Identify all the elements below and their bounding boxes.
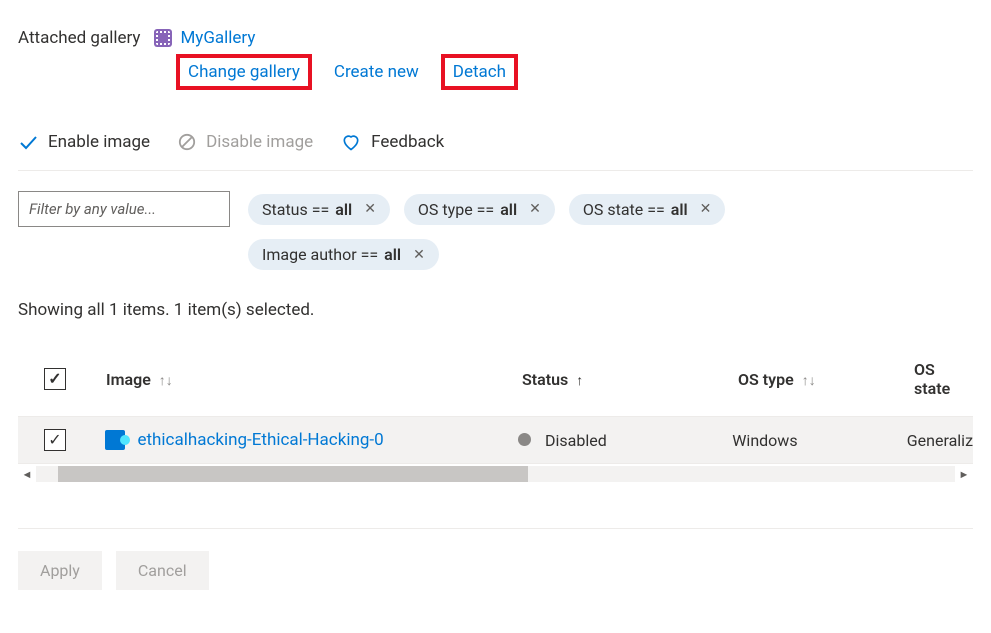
header-status-label: Status <box>522 370 568 389</box>
row-checkbox-cell <box>18 429 105 451</box>
sort-ostype-icon: ↑↓ <box>802 373 816 389</box>
feedback-button[interactable]: Feedback <box>341 132 444 152</box>
attached-gallery-row: Attached gallery MyGallery <box>18 28 973 48</box>
header-ostype-label: OS type <box>738 370 794 389</box>
table-row[interactable]: ethicalhacking-Ethical-Hacking-0 Disable… <box>18 417 973 464</box>
header-osstate[interactable]: OS state <box>914 360 973 398</box>
pill-ostype-remove[interactable]: ✕ <box>529 201 541 217</box>
detach-link[interactable]: Detach <box>453 62 506 82</box>
pill-status-value: all <box>335 200 352 219</box>
scroll-thumb[interactable] <box>58 466 528 482</box>
disable-image-button: Disable image <box>178 132 313 152</box>
header-status[interactable]: Status ↑ <box>522 370 738 389</box>
scroll-track[interactable] <box>36 466 955 482</box>
pill-osstate[interactable]: OS state == all ✕ <box>569 194 726 225</box>
header-checkbox-cell <box>18 368 106 390</box>
row-status-cell: Disabled <box>518 431 732 450</box>
cancel-button[interactable]: Cancel <box>116 551 209 590</box>
create-new-link[interactable]: Create new <box>334 62 419 82</box>
row-checkbox[interactable] <box>44 429 66 451</box>
status-dot-icon <box>518 433 531 446</box>
row-ostype-text: Windows <box>732 431 797 450</box>
pill-osstate-value: all <box>671 200 688 219</box>
pill-ostype[interactable]: OS type == all ✕ <box>404 194 555 225</box>
table-header: Image ↑↓ Status ↑ OS type ↑↓ OS state <box>18 346 973 417</box>
pill-author[interactable]: Image author == all ✕ <box>248 239 439 270</box>
row-osstate-cell: Generaliz <box>907 431 973 450</box>
filter-row: Status == all ✕ OS type == all ✕ OS stat… <box>18 191 973 227</box>
results-summary: Showing all 1 items. 1 item(s) selected. <box>18 300 973 320</box>
sort-image-icon: ↑↓ <box>159 373 173 389</box>
header-image[interactable]: Image ↑↓ <box>106 370 522 389</box>
disable-image-label: Disable image <box>206 132 313 152</box>
pill-status-label: Status == <box>262 200 329 219</box>
pill-osstate-remove[interactable]: ✕ <box>700 201 712 217</box>
header-ostype[interactable]: OS type ↑↓ <box>738 370 914 389</box>
enable-image-button[interactable]: Enable image <box>18 132 150 152</box>
pill-ostype-label: OS type == <box>418 200 494 219</box>
filter-input[interactable] <box>18 191 230 227</box>
header-image-label: Image <box>106 370 151 389</box>
gallery-link[interactable]: MyGallery <box>154 28 255 48</box>
highlight-change-gallery: Change gallery <box>176 54 312 90</box>
row-image-cell: ethicalhacking-Ethical-Hacking-0 <box>105 430 518 450</box>
image-table: Image ↑↓ Status ↑ OS type ↑↓ OS state et… <box>18 346 973 484</box>
scroll-left-icon[interactable]: ◄ <box>18 468 36 481</box>
heart-icon <box>341 132 361 152</box>
header-osstate-label: OS state <box>914 360 950 398</box>
pill-author-label: Image author == <box>262 245 378 264</box>
horizontal-scrollbar[interactable]: ◄ ► <box>18 464 973 484</box>
pill-status-remove[interactable]: ✕ <box>364 201 376 217</box>
row-ostype-cell: Windows <box>732 431 907 450</box>
gallery-name-text: MyGallery <box>180 28 255 48</box>
sort-status-asc-icon: ↑ <box>576 373 583 389</box>
highlight-detach: Detach <box>441 54 518 90</box>
checkmark-icon <box>18 132 38 152</box>
pill-author-value: all <box>384 245 401 264</box>
attached-gallery-label: Attached gallery <box>18 28 140 48</box>
row-status-text: Disabled <box>545 431 607 450</box>
pill-row-2: Image author == all ✕ <box>248 239 973 270</box>
footer-buttons: Apply Cancel <box>18 529 973 590</box>
apply-button[interactable]: Apply <box>18 551 102 590</box>
image-name-link[interactable]: ethicalhacking-Ethical-Hacking-0 <box>137 430 383 450</box>
gallery-icon <box>154 29 172 47</box>
row-osstate-text: Generaliz <box>907 431 973 450</box>
feedback-label: Feedback <box>371 132 444 152</box>
change-gallery-link[interactable]: Change gallery <box>188 62 300 82</box>
vm-image-icon <box>105 430 125 450</box>
pill-status[interactable]: Status == all ✕ <box>248 194 390 225</box>
toolbar: Enable image Disable image Feedback <box>18 132 973 171</box>
scroll-right-icon[interactable]: ► <box>955 468 973 481</box>
gallery-actions: Change gallery Create new Detach <box>176 54 973 90</box>
enable-image-label: Enable image <box>48 132 150 152</box>
ban-icon <box>178 133 196 151</box>
pill-author-remove[interactable]: ✕ <box>413 247 425 263</box>
pill-ostype-value: all <box>500 200 517 219</box>
pill-osstate-label: OS state == <box>583 200 665 219</box>
pill-row-1: Status == all ✕ OS type == all ✕ OS stat… <box>248 194 725 225</box>
select-all-checkbox[interactable] <box>44 368 66 390</box>
